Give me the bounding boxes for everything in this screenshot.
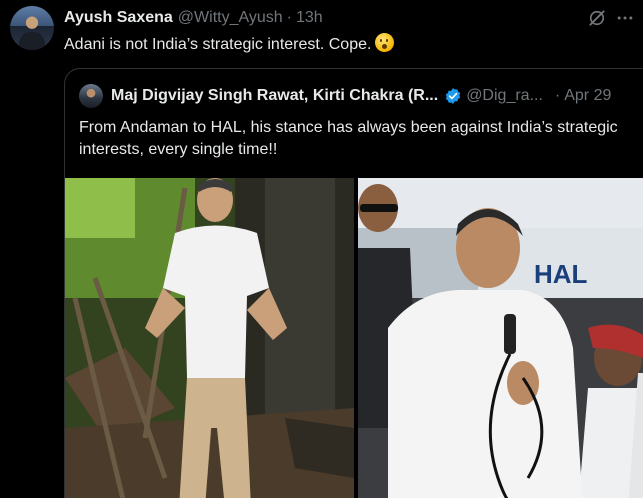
quoted-post-card[interactable]: Maj Digvijay Singh Rawat, Kirti Chakra (… bbox=[64, 68, 643, 498]
author-handle[interactable]: @Witty_Ayush bbox=[178, 9, 283, 27]
grok-icon[interactable] bbox=[587, 8, 607, 28]
quoted-author-avatar[interactable] bbox=[79, 84, 103, 108]
quoted-post-text: From Andaman to HAL, his stance has alwa… bbox=[79, 119, 618, 158]
author-name[interactable]: Ayush Saxena bbox=[64, 9, 173, 27]
post-header: Ayush Saxena @Witty_Ayush · 13h bbox=[64, 8, 633, 28]
header-separator: · bbox=[286, 9, 292, 26]
quoted-post-time[interactable]: Apr 29 bbox=[564, 87, 611, 105]
post-time[interactable]: 13h bbox=[296, 9, 323, 27]
quoted-post-header: Maj Digvijay Singh Rawat, Kirti Chakra (… bbox=[79, 83, 643, 109]
post-text: Adani is not India’s strategic interest.… bbox=[64, 33, 395, 56]
author-avatar[interactable] bbox=[10, 6, 54, 50]
media-image-forest[interactable] bbox=[65, 178, 354, 498]
post-text-content: Adani is not India’s strategic interest.… bbox=[64, 36, 372, 53]
quoted-header-separator: · bbox=[554, 87, 561, 104]
hal-sign-text: HAL bbox=[534, 259, 588, 289]
quoted-author-handle[interactable]: @Dig_ra... bbox=[466, 87, 543, 105]
hushed-face-emoji bbox=[375, 33, 395, 52]
more-icon[interactable] bbox=[615, 8, 635, 28]
media-image-hal-speech[interactable]: HAL bbox=[358, 178, 643, 498]
quoted-author-name[interactable]: Maj Digvijay Singh Rawat, Kirti Chakra (… bbox=[111, 87, 438, 105]
verified-badge-icon bbox=[446, 88, 461, 104]
